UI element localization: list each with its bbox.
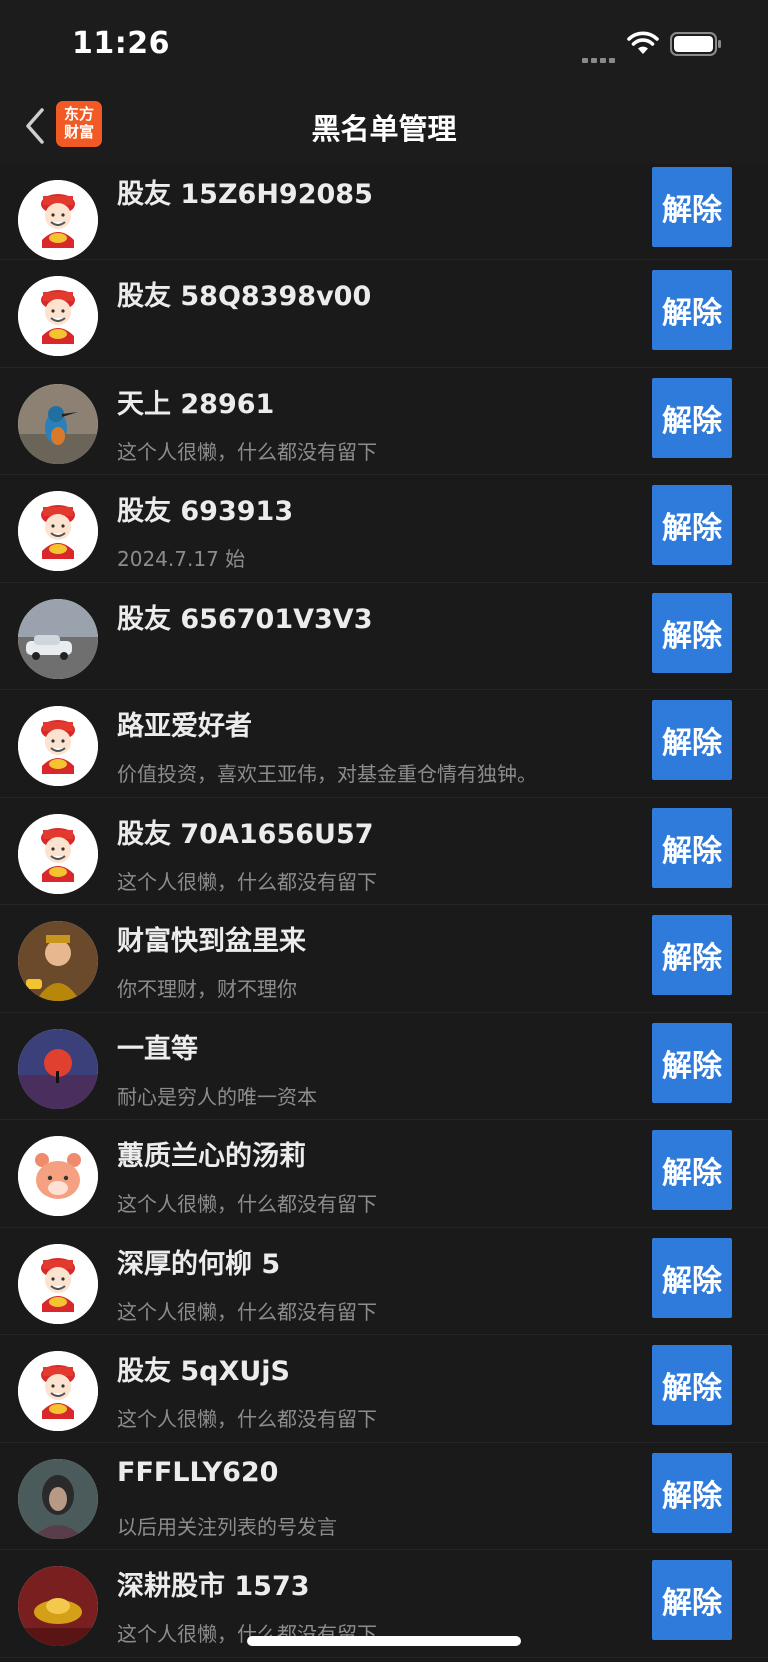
user-name[interactable]: 深耕股市 1573 — [117, 1564, 310, 1603]
unblock-button[interactable]: 解除 — [652, 700, 732, 780]
unblock-button[interactable]: 解除 — [652, 592, 732, 673]
page-title: 黑名单管理 — [311, 112, 457, 146]
avatar-caishen-icon[interactable] — [18, 706, 98, 786]
blacklist-list: 股友 15Z6H92085 解除 股友 58Q8398v00 解除 天上 28961… — [0, 164, 768, 1658]
blacklist-row: 股友 5qXUjS 这个人很懒，什么都没有留下 解除 — [0, 1335, 768, 1443]
avatar-caishen-icon[interactable] — [18, 813, 98, 894]
user-name[interactable]: 路亚爱好者 — [117, 704, 252, 743]
user-name[interactable]: 一直等 — [117, 1027, 198, 1066]
avatar-tiger-icon[interactable] — [18, 1136, 98, 1216]
user-name[interactable]: 股友 656701V3V3 — [117, 597, 373, 636]
user-signature: 耐心是穷人的唯一资本 — [117, 1084, 317, 1109]
user-signature: 这个人很懒，什么都没有留下 — [117, 439, 377, 464]
blacklist-screen: 11:26 东方 财富 黑名单管理 股友 15Z6H92085 解除 股友 58… — [0, 0, 768, 1662]
user-name[interactable]: 天上 28961 — [117, 382, 274, 421]
unblock-button[interactable]: 解除 — [652, 485, 732, 565]
unblock-button[interactable]: 解除 — [652, 270, 732, 350]
blacklist-row: 一直等耐心是穷人的唯一资本 解除 — [0, 1012, 768, 1120]
blacklist-row: FFFLLY620 以后用关注列表的号发言 解除 — [0, 1442, 768, 1550]
avatar-gold-ingot-photo[interactable] — [18, 1566, 98, 1646]
unblock-button[interactable]: 解除 — [652, 1237, 732, 1318]
blacklist-row: 股友 58Q8398v00 解除 — [0, 260, 768, 368]
unblock-button[interactable]: 解除 — [652, 1560, 732, 1640]
unblock-button[interactable]: 解除 — [652, 1022, 732, 1103]
avatar-caishen-icon[interactable] — [18, 276, 98, 356]
user-name[interactable]: 蕙质兰心的汤莉 — [117, 1134, 306, 1173]
unblock-button[interactable]: 解除 — [652, 167, 732, 247]
avatar-red-sun-photo[interactable] — [18, 1028, 98, 1109]
user-name[interactable]: 财富快到盆里来 — [117, 919, 306, 958]
user-signature: 2024.7.17 始 — [117, 547, 246, 571]
user-name[interactable]: 股友 70A1656U57 — [117, 812, 374, 851]
blacklist-row: 深厚的何柳 5 这个人很懒，什么都没有留下 解除 — [0, 1227, 768, 1335]
unblock-button[interactable]: 解除 — [652, 807, 732, 888]
user-signature: 以后用关注列表的号发言 — [117, 1514, 337, 1539]
blacklist-row: 股友 15Z6H92085 解除 — [0, 164, 768, 260]
blacklist-row: 股友 693913 2024.7.17 始 解除 — [0, 475, 768, 583]
user-signature: 价值投资，喜欢王亚伟，对基金重仓情有独钟。 — [117, 762, 537, 786]
user-name[interactable]: 股友 58Q8398v00 — [117, 274, 371, 313]
avatar-god-of-wealth-photo[interactable] — [18, 921, 98, 1001]
avatar-caishen-icon[interactable] — [18, 1351, 98, 1431]
user-signature: 这个人很懒，什么都没有留下 — [117, 1192, 377, 1216]
unblock-button[interactable]: 解除 — [652, 915, 732, 995]
user-name[interactable]: 股友 5qXUjS — [117, 1349, 290, 1388]
avatar-caishen-icon[interactable] — [18, 1243, 98, 1324]
wifi-icon — [627, 31, 659, 54]
user-signature: 这个人很懒，什么都没有留下 — [117, 869, 377, 894]
user-signature: 这个人很懒，什么都没有留下 — [117, 1407, 377, 1431]
blacklist-row: 路亚爱好者价值投资，喜欢王亚伟，对基金重仓情有独钟。 解除 — [0, 690, 768, 798]
user-signature: 这个人很懒，什么都没有留下 — [117, 1299, 377, 1324]
avatar-portrait-photo[interactable] — [18, 1458, 98, 1539]
avatar-caishen-icon[interactable] — [18, 180, 98, 260]
user-name[interactable]: 股友 15Z6H92085 — [117, 172, 373, 211]
cellular-signal-icon — [582, 48, 618, 63]
unblock-button[interactable]: 解除 — [652, 1452, 732, 1533]
avatar-caishen-icon[interactable] — [18, 491, 98, 571]
user-name[interactable]: 股友 693913 — [117, 489, 293, 528]
avatar-kingfisher-photo[interactable] — [18, 383, 98, 464]
user-signature: 你不理财，财不理你 — [117, 977, 297, 1001]
home-indicator[interactable] — [247, 1636, 521, 1646]
blacklist-row: 蕙质兰心的汤莉这个人很懒，什么都没有留下 解除 — [0, 1120, 768, 1228]
user-name[interactable]: 深厚的何柳 5 — [117, 1242, 280, 1281]
unblock-button[interactable]: 解除 — [652, 377, 732, 458]
user-name[interactable]: FFFLLY620 — [117, 1457, 278, 1488]
blacklist-row: 财富快到盆里来你不理财，财不理你 解除 — [0, 905, 768, 1013]
status-time: 11:26 — [72, 26, 170, 61]
blacklist-row: 股友 656701V3V3 解除 — [0, 582, 768, 690]
battery-icon — [670, 32, 721, 56]
blacklist-row: 股友 70A1656U57 这个人很懒，什么都没有留下 解除 — [0, 797, 768, 905]
navigation-bar: 东方 财富 黑名单管理 — [0, 88, 768, 164]
avatar-car-photo[interactable] — [18, 598, 98, 679]
unblock-button[interactable]: 解除 — [652, 1345, 732, 1425]
blacklist-row: 天上 28961 这个人很懒，什么都没有留下 解除 — [0, 367, 768, 475]
unblock-button[interactable]: 解除 — [652, 1130, 732, 1210]
status-bar: 11:26 — [0, 0, 768, 88]
